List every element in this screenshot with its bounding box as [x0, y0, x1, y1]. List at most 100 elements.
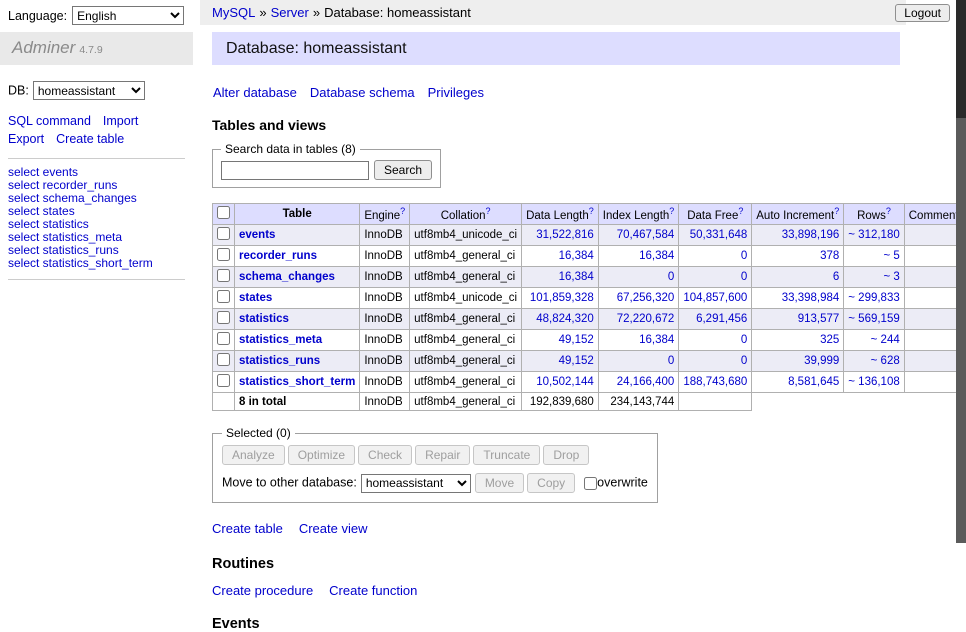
index-length-link[interactable]: 16,384	[639, 334, 674, 346]
data-free-link[interactable]: 0	[741, 355, 747, 367]
scrollbar-thumb[interactable]	[956, 0, 966, 118]
data-free-link[interactable]: 0	[741, 250, 747, 262]
sidebar-import-link[interactable]: Import	[103, 114, 138, 128]
auto-increment-link[interactable]: 913,577	[798, 313, 840, 325]
auto-increment-link[interactable]: 6	[833, 271, 839, 283]
index-length-link[interactable]: 0	[668, 271, 674, 283]
data-free-link[interactable]: 50,331,648	[690, 229, 748, 241]
data-free-link[interactable]: 104,857,600	[683, 292, 747, 304]
help-link[interactable]: ?	[738, 206, 743, 216]
drop-button[interactable]: Drop	[543, 445, 589, 465]
create-table-link[interactable]: Create table	[212, 521, 283, 536]
rows-count-link[interactable]: ~ 244	[871, 334, 900, 346]
sidebar-table-link[interactable]: select schema_changes	[8, 191, 137, 205]
data-free-link[interactable]: 188,743,680	[683, 376, 747, 388]
rows-count-link[interactable]: ~ 628	[871, 355, 900, 367]
check-button[interactable]: Check	[358, 445, 412, 465]
sidebar-table-link[interactable]: select statistics	[8, 217, 89, 231]
rows-count-link[interactable]: ~ 136,108	[848, 376, 899, 388]
help-link[interactable]: ?	[886, 206, 891, 216]
help-link[interactable]: ?	[485, 206, 490, 216]
sidebar-table-link[interactable]: select statistics_meta	[8, 230, 122, 244]
row-checkbox[interactable]	[217, 227, 230, 240]
logout-button[interactable]: Logout	[895, 4, 950, 22]
data-length-link[interactable]: 48,824,320	[536, 313, 594, 325]
table-name-link[interactable]: events	[239, 229, 275, 241]
vertical-scrollbar[interactable]	[956, 0, 966, 543]
data-free-link[interactable]: 0	[741, 334, 747, 346]
select-all-checkbox[interactable]	[217, 206, 230, 219]
data-length-link[interactable]: 31,522,816	[536, 229, 594, 241]
index-length-link[interactable]: 72,220,672	[617, 313, 675, 325]
table-name-link[interactable]: statistics_meta	[239, 334, 322, 346]
move-button[interactable]: Move	[475, 473, 524, 493]
index-length-link[interactable]: 70,467,584	[617, 229, 675, 241]
table-name-link[interactable]: statistics_runs	[239, 355, 320, 367]
adminer-logo[interactable]: Adminer	[12, 38, 75, 57]
rows-count-link[interactable]: ~ 299,833	[848, 292, 899, 304]
data-length-link[interactable]: 10,502,144	[536, 376, 594, 388]
data-length-link[interactable]: 101,859,328	[530, 292, 594, 304]
privileges-link[interactable]: Privileges	[428, 85, 484, 100]
create-procedure-link[interactable]: Create procedure	[212, 583, 313, 598]
database-schema-link[interactable]: Database schema	[310, 85, 415, 100]
analyze-button[interactable]: Analyze	[222, 445, 285, 465]
row-checkbox[interactable]	[217, 332, 230, 345]
data-free-link[interactable]: 6,291,456	[696, 313, 747, 325]
row-checkbox[interactable]	[217, 311, 230, 324]
auto-increment-link[interactable]: 33,398,984	[782, 292, 840, 304]
sidebar-table-link[interactable]: select recorder_runs	[8, 178, 117, 192]
overwrite-checkbox[interactable]	[584, 477, 597, 490]
copy-button[interactable]: Copy	[527, 473, 575, 493]
help-link[interactable]: ?	[589, 206, 594, 216]
search-input[interactable]	[221, 161, 369, 180]
optimize-button[interactable]: Optimize	[288, 445, 355, 465]
table-name-link[interactable]: states	[239, 292, 272, 304]
table-name-link[interactable]: statistics	[239, 313, 289, 325]
sidebar-sql-command-link[interactable]: SQL command	[8, 114, 91, 128]
sidebar-table-link[interactable]: select statistics_runs	[8, 243, 119, 257]
data-free-link[interactable]: 0	[741, 271, 747, 283]
row-checkbox[interactable]	[217, 290, 230, 303]
truncate-button[interactable]: Truncate	[473, 445, 540, 465]
data-length-link[interactable]: 16,384	[559, 271, 594, 283]
language-select[interactable]: English	[72, 6, 184, 25]
sidebar-table-link[interactable]: select states	[8, 204, 75, 218]
sidebar-table-link[interactable]: select events	[8, 165, 78, 179]
table-name-link[interactable]: schema_changes	[239, 271, 335, 283]
row-checkbox[interactable]	[217, 248, 230, 261]
rows-count-link[interactable]: ~ 312,180	[848, 229, 899, 241]
rows-count-link[interactable]: ~ 5	[883, 250, 899, 262]
repair-button[interactable]: Repair	[415, 445, 470, 465]
sidebar-table-link[interactable]: select statistics_short_term	[8, 256, 153, 270]
row-checkbox[interactable]	[217, 374, 230, 387]
auto-increment-link[interactable]: 325	[820, 334, 839, 346]
index-length-link[interactable]: 0	[668, 355, 674, 367]
db-select[interactable]: homeassistant	[33, 81, 145, 100]
search-button[interactable]: Search	[374, 160, 432, 180]
table-name-link[interactable]: statistics_short_term	[239, 376, 355, 388]
sidebar-create-table-link[interactable]: Create table	[56, 132, 124, 146]
auto-increment-link[interactable]: 378	[820, 250, 839, 262]
row-checkbox[interactable]	[217, 353, 230, 366]
breadcrumb-mysql-link[interactable]: MySQL	[212, 5, 255, 20]
create-view-link[interactable]: Create view	[299, 521, 368, 536]
move-db-select[interactable]: homeassistant	[361, 474, 471, 493]
rows-count-link[interactable]: ~ 569,159	[848, 313, 899, 325]
help-link[interactable]: ?	[669, 206, 674, 216]
help-link[interactable]: ?	[834, 206, 839, 216]
index-length-link[interactable]: 16,384	[639, 250, 674, 262]
sidebar-export-link[interactable]: Export	[8, 132, 44, 146]
rows-count-link[interactable]: ~ 3	[883, 271, 899, 283]
data-length-link[interactable]: 16,384	[559, 250, 594, 262]
data-length-link[interactable]: 49,152	[559, 334, 594, 346]
row-checkbox[interactable]	[217, 269, 230, 282]
help-link[interactable]: ?	[400, 206, 405, 216]
breadcrumb-server-link[interactable]: Server	[271, 5, 309, 20]
table-name-link[interactable]: recorder_runs	[239, 250, 317, 262]
data-length-link[interactable]: 49,152	[559, 355, 594, 367]
create-function-link[interactable]: Create function	[329, 583, 417, 598]
auto-increment-link[interactable]: 8,581,645	[788, 376, 839, 388]
index-length-link[interactable]: 24,166,400	[617, 376, 675, 388]
alter-database-link[interactable]: Alter database	[213, 85, 297, 100]
